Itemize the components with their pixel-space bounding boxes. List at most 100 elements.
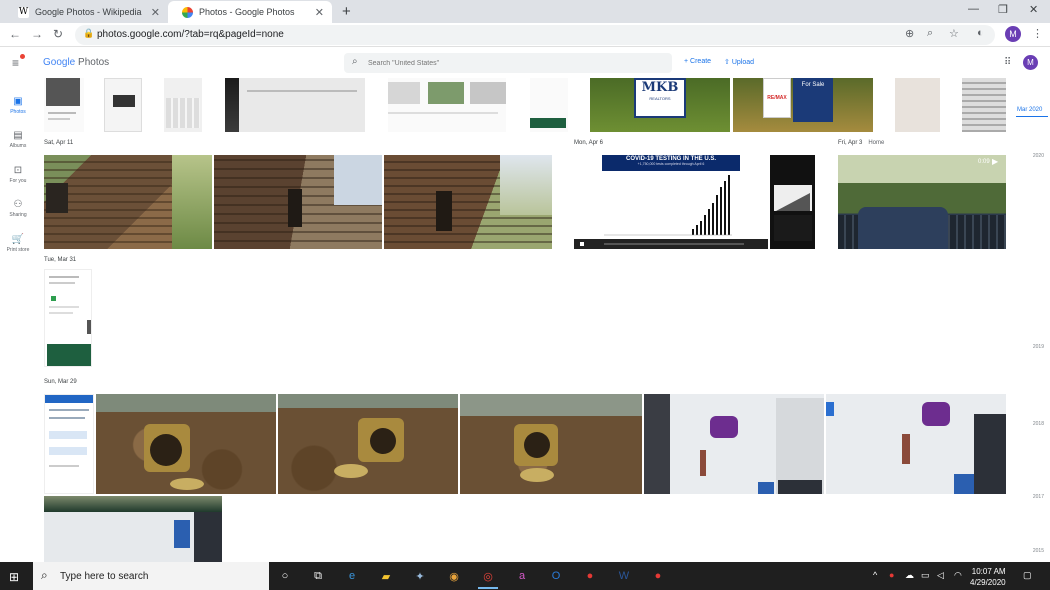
outlook-icon[interactable]: O (546, 566, 566, 586)
photo-cabin[interactable] (384, 155, 552, 249)
search-bar[interactable]: ⌕ (344, 53, 672, 73)
close-tab-icon[interactable]: ✕ (151, 6, 160, 19)
url-text: photos.google.com/?tab=rq&pageId=none (97, 29, 284, 40)
sidebar-item-albums[interactable]: ▤ Albums (2, 130, 34, 149)
tray-cloud-icon[interactable]: ☁ (905, 570, 914, 581)
taskbar-search-box[interactable]: ⌕ Type here to search (33, 562, 269, 590)
photo-thumbnail[interactable] (225, 78, 365, 132)
create-button[interactable]: + Create (684, 58, 711, 65)
tray-battery-icon[interactable]: ▭ (921, 570, 930, 581)
date-header[interactable]: Tue, Mar 31 (44, 257, 76, 263)
photo-pipe[interactable] (460, 394, 642, 494)
back-icon[interactable]: ← (9, 27, 21, 41)
photo-thumbnail[interactable] (770, 155, 815, 249)
extension-icon[interactable]: ◐ (977, 27, 984, 39)
search-icon[interactable]: ⌕ (352, 56, 358, 67)
sidebar-item-photos[interactable]: ▣ Photos (2, 96, 34, 115)
timeline-year[interactable]: 2018 (1033, 421, 1044, 427)
upload-button[interactable]: ⇧ Upload (724, 58, 754, 66)
photo-covid-chart[interactable]: COVID-19 TESTING IN THE U.S. +1,750,000 … (574, 155, 768, 249)
reload-icon[interactable]: ↻ (53, 27, 63, 41)
close-tab-icon[interactable]: ✕ (315, 6, 324, 19)
browser-menu-icon[interactable]: ⋮ (1032, 27, 1043, 40)
main-menu-icon[interactable]: ≡ (12, 56, 19, 70)
date-header[interactable]: Fri, Apr 3 Home (838, 140, 884, 146)
photo-mkb-sign[interactable]: MKB REALTORS (590, 78, 730, 132)
task-view-icon[interactable]: ⧉ (308, 566, 328, 586)
tab-google-photos[interactable]: Photos - Google Photos ✕ (168, 1, 332, 23)
date-header[interactable]: Mon, Apr 6 (574, 140, 603, 146)
cortana-icon[interactable]: ○ (275, 566, 295, 586)
search-input[interactable] (368, 56, 658, 70)
taskbar-clock[interactable]: 10:07 AM 4/29/2020 (970, 566, 1006, 588)
account-avatar[interactable]: M (1023, 55, 1038, 70)
edge-icon[interactable]: e (342, 566, 362, 586)
timeline-year[interactable]: 2017 (1033, 494, 1044, 500)
app-icon[interactable]: ◉ (444, 566, 464, 586)
app-icon[interactable]: a (512, 566, 532, 586)
photo-screenshot[interactable] (44, 394, 94, 494)
photo-shed-interior[interactable] (644, 394, 824, 494)
photo-thumbnail[interactable] (164, 78, 202, 132)
photo-thumbnail[interactable] (895, 78, 940, 132)
sidebar-item-print-store[interactable]: 🛒 Print store (2, 234, 34, 253)
add-bookmark-icon[interactable]: ⊕ (905, 27, 914, 40)
word-icon[interactable]: W (614, 566, 634, 586)
photo-shed-interior[interactable] (44, 496, 222, 562)
date-header[interactable]: Sat, Apr 11 (44, 140, 73, 146)
date-text: Tue, Mar 31 (44, 257, 77, 263)
browser-profile-avatar[interactable]: M (1005, 26, 1021, 42)
windows-start-icon[interactable]: ⊞ (9, 570, 19, 584)
wikipedia-icon: W (18, 6, 29, 18)
photo-thumbnail[interactable] (104, 78, 142, 132)
date-text: Mon, Apr 6 (574, 140, 604, 146)
new-tab-button[interactable]: + (342, 3, 351, 20)
print-store-icon: 🛒 (11, 234, 25, 245)
photo-remax-sign[interactable]: RE/MAX For Sale (733, 78, 873, 132)
photo-pipe[interactable] (96, 394, 276, 494)
tab-wikipedia[interactable]: W Google Photos - Wikipedia ✕ (4, 1, 168, 23)
close-window-icon[interactable]: ✕ (1029, 3, 1038, 16)
photo-thumbnail[interactable] (388, 78, 506, 132)
notification-center-icon[interactable]: ▢ (1023, 570, 1032, 581)
zoom-icon[interactable]: ⌕ (927, 27, 933, 40)
app-icon[interactable]: ✦ (410, 566, 430, 586)
photo-cabin[interactable] (214, 155, 382, 249)
timeline-year[interactable]: 2019 (1033, 344, 1044, 350)
google-photos-logo[interactable]: Google Photos (43, 57, 109, 68)
google-photos-icon (182, 6, 193, 18)
minimize-icon[interactable]: — (968, 3, 979, 15)
address-bar[interactable]: 🔒 photos.google.com/?tab=rq&pageId=none … (75, 25, 995, 45)
photo-screenshot[interactable] (44, 269, 92, 367)
sidebar-item-for-you[interactable]: ⊡ For you (2, 165, 34, 184)
photo-pipe[interactable] (278, 394, 458, 494)
for-sale-text: For Sale (801, 82, 825, 88)
photo-video-deck[interactable]: 0:09 ▶ (838, 155, 1006, 249)
recorder-icon[interactable]: ● (648, 566, 668, 586)
mkb-sub-text: REALTORS (649, 96, 671, 101)
star-icon[interactable]: ☆ (949, 27, 959, 40)
date-header[interactable]: Sun, Mar 29 (44, 379, 77, 385)
tray-volume-icon[interactable]: ◁ (937, 570, 944, 581)
sidebar-label: Albums (9, 143, 27, 149)
file-explorer-icon[interactable]: ▰ (376, 566, 396, 586)
tray-record-icon[interactable]: ● (889, 570, 894, 580)
photo-thumbnail[interactable] (44, 78, 84, 132)
sidebar-item-sharing[interactable]: ⚇ Sharing (2, 199, 34, 218)
photo-cabin[interactable] (44, 155, 212, 249)
photo-thumbnail[interactable] (962, 78, 1006, 132)
timeline-year[interactable]: 2015 (1033, 548, 1044, 554)
timeline-year[interactable]: 2020 (1033, 153, 1044, 159)
forward-icon[interactable]: → (31, 27, 43, 41)
photo-thumbnail[interactable] (530, 78, 568, 132)
recorder-icon[interactable]: ● (580, 566, 600, 586)
tray-wifi-icon[interactable]: ◠ (954, 570, 962, 581)
restore-icon[interactable]: ❐ (998, 3, 1008, 16)
photo-shed-interior[interactable] (826, 394, 1006, 494)
google-apps-icon[interactable]: ⠿ (1004, 57, 1011, 68)
tray-chevron-icon[interactable]: ^ (873, 570, 877, 580)
location-label[interactable]: Home (868, 140, 884, 146)
timeline-current-date[interactable]: Mar 2020 (1017, 107, 1042, 113)
timeline-indicator (1016, 116, 1048, 117)
chrome-icon[interactable]: ◎ (478, 566, 498, 589)
